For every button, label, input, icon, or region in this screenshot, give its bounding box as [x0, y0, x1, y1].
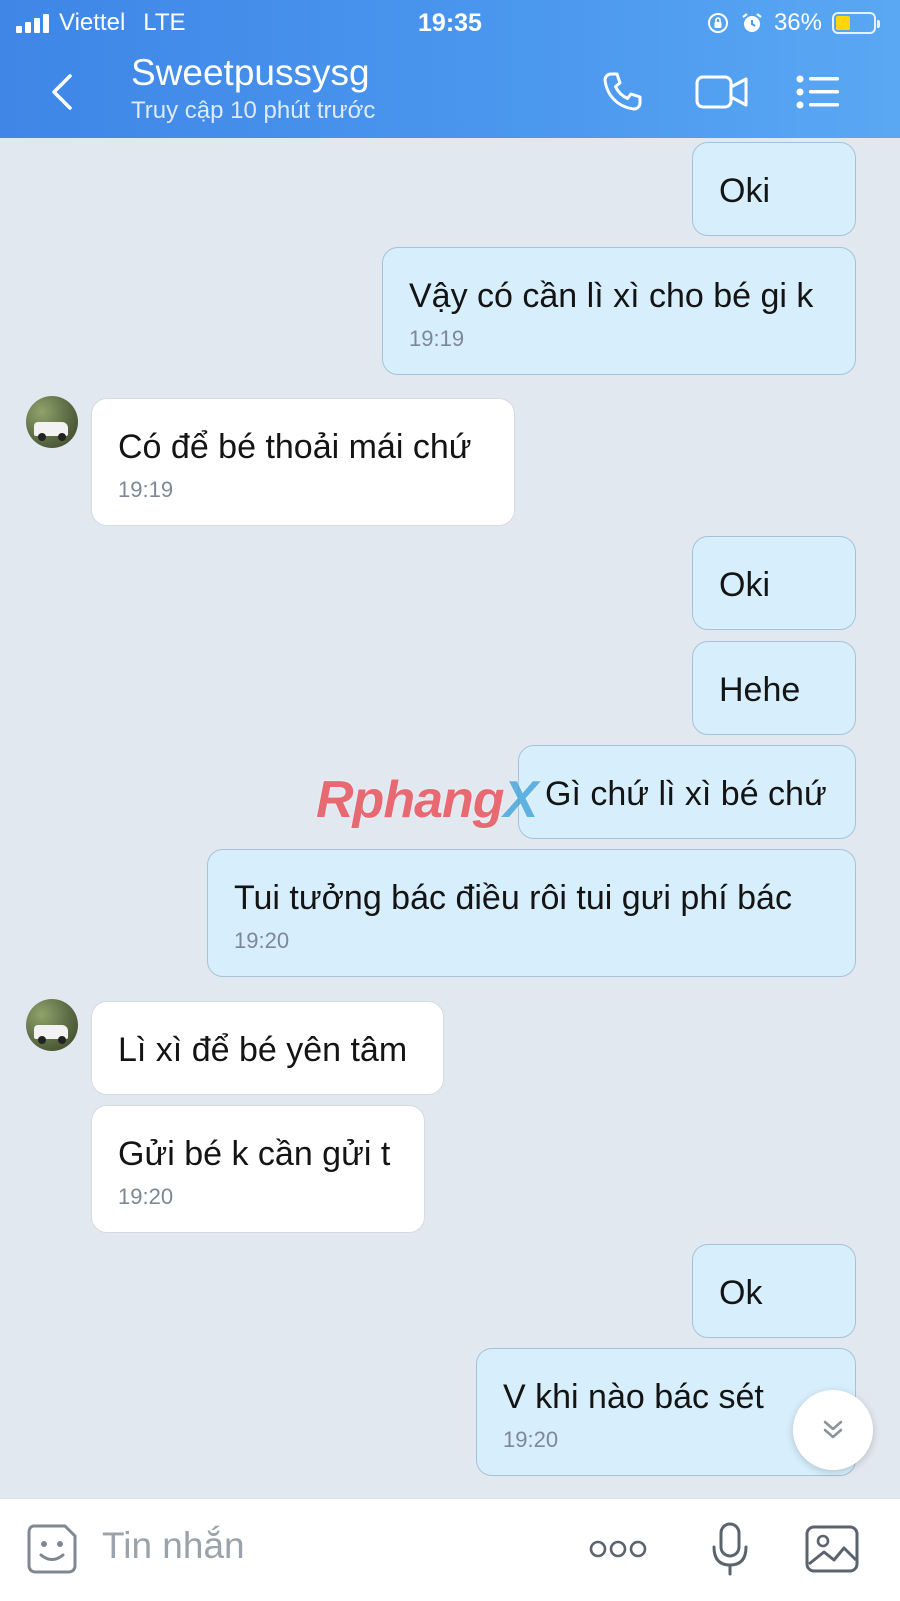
message-text: Lì xì để bé yên tâm — [118, 1031, 408, 1069]
battery-icon — [832, 12, 880, 34]
orientation-lock-icon — [707, 13, 728, 33]
message-text: Hehe — [719, 671, 801, 709]
message-text: Gì chứ lì xì bé chứ — [545, 775, 827, 813]
message-bubble-sent[interactable]: Hehe — [692, 641, 856, 735]
message-bubble-received[interactable]: Lì xì để bé yên tâm — [91, 1001, 444, 1095]
message-composer: Tin nhắn — [0, 1498, 900, 1601]
voice-message-button[interactable] — [700, 1519, 760, 1579]
message-time: 19:19 — [118, 477, 174, 502]
message-text: Oki — [719, 566, 770, 604]
message-bubble-sent[interactable]: Ok — [692, 1244, 856, 1338]
image-picker-button[interactable] — [802, 1519, 862, 1579]
contact-name[interactable]: Sweetpussysg — [131, 52, 370, 94]
image-gallery-icon — [805, 1525, 859, 1573]
voice-call-button[interactable] — [594, 64, 650, 120]
list-menu-icon — [796, 75, 839, 109]
chevron-left-icon — [52, 74, 72, 110]
message-text: Vậy có cần lì xì cho bé gi k — [409, 277, 814, 315]
message-bubble-sent[interactable]: Gì chứ lì xì bé chứ — [518, 745, 856, 839]
double-chevron-down-icon — [823, 1420, 843, 1439]
contact-avatar[interactable] — [26, 999, 78, 1051]
sticker-button[interactable] — [22, 1519, 82, 1579]
watermark-logo: RphangX — [316, 771, 538, 829]
message-time: 19:19 — [409, 326, 465, 351]
contact-avatar[interactable] — [26, 396, 78, 448]
microphone-icon — [712, 1522, 748, 1576]
phone-icon — [603, 72, 642, 111]
message-text: Tui tưởng bác điều rôi tui gưi phí bác — [234, 879, 792, 917]
message-time: 19:20 — [234, 928, 290, 953]
battery-percent: 36% — [773, 9, 822, 36]
scroll-to-bottom-button[interactable] — [793, 1390, 873, 1470]
message-text: Gửi bé k cần gửi t — [118, 1135, 391, 1173]
message-time: 19:20 — [118, 1184, 174, 1209]
message-bubble-sent[interactable]: Vậy có cần lì xì cho bé gi k 19:19 — [382, 247, 856, 375]
status-bar-right: 36% — [706, 8, 880, 38]
message-bubble-received[interactable]: Có để bé thoải mái chứ 19:19 — [91, 398, 515, 526]
message-text: Oki — [719, 172, 770, 210]
message-bubble-sent[interactable]: Oki — [692, 142, 856, 236]
video-call-button[interactable] — [690, 64, 754, 120]
back-button[interactable] — [42, 68, 86, 116]
last-seen-status: Truy cập 10 phút trước — [131, 97, 376, 124]
sticker-face-icon — [27, 1524, 77, 1574]
video-camera-icon — [695, 75, 748, 109]
message-text: V khi nào bác sét — [503, 1378, 764, 1416]
message-bubble-sent[interactable]: Oki — [692, 536, 856, 630]
message-text: Có để bé thoải mái chứ — [118, 428, 472, 466]
chat-header: Viettel LTE 19:35 36% Sweetpussysg Truy … — [0, 0, 900, 138]
message-input[interactable]: Tin nhắn — [102, 1525, 245, 1567]
message-time: 19:20 — [503, 1427, 559, 1452]
alarm-icon — [742, 13, 762, 32]
chat-menu-button[interactable] — [790, 64, 846, 120]
message-bubble-received[interactable]: Gửi bé k cần gửi t 19:20 — [91, 1105, 425, 1233]
message-bubble-sent[interactable]: Tui tưởng bác điều rôi tui gưi phí bác 1… — [207, 849, 856, 977]
message-text: Ok — [719, 1274, 763, 1312]
more-dots-icon — [589, 1540, 647, 1558]
more-options-button[interactable] — [586, 1519, 650, 1579]
